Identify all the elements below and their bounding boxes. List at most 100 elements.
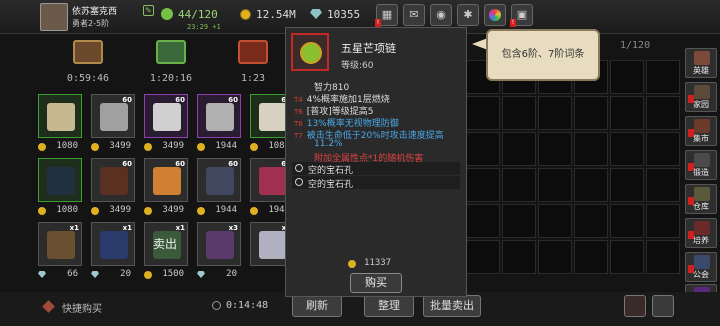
- chest-3[interactable]: 1:23: [223, 36, 283, 90]
- bag-slot[interactable]: [574, 132, 608, 166]
- bag-slot[interactable]: [466, 168, 500, 202]
- bag-slot[interactable]: [538, 132, 572, 166]
- socket-ring-icon: [295, 178, 303, 186]
- bag-slot[interactable]: [646, 60, 680, 94]
- bag-slot[interactable]: [538, 96, 572, 130]
- bulk-sell-button[interactable]: 批量卖出: [423, 295, 481, 317]
- price-value: 3499: [109, 141, 131, 151]
- shop-item-slot[interactable]: x1 卖出: [144, 222, 188, 266]
- shop-item-slot[interactable]: 60: [91, 94, 135, 138]
- side-menu-item[interactable]: 家园: [685, 82, 717, 112]
- bag-slot[interactable]: [502, 132, 536, 166]
- bag-slot[interactable]: [646, 168, 680, 202]
- bag-slot[interactable]: [502, 168, 536, 202]
- backpack-button[interactable]: [652, 295, 674, 317]
- shop-item-slot[interactable]: 60: [197, 94, 241, 138]
- bag-slot[interactable]: [466, 96, 500, 130]
- refresh-button[interactable]: 刷新: [292, 295, 342, 317]
- gem-socket[interactable]: 空的宝石孔: [292, 176, 460, 190]
- book-icon: [47, 231, 75, 259]
- settings-button[interactable]: ✱: [457, 4, 479, 26]
- bag-slot[interactable]: [538, 240, 572, 274]
- bag-slot[interactable]: [538, 204, 572, 238]
- gamepad-button[interactable]: ◉: [430, 4, 452, 26]
- scroll-icon: [100, 103, 128, 131]
- bottom-bar: 快捷购买 0:14:48 刷新 整理 批量卖出: [0, 292, 720, 326]
- shop-item-slot[interactable]: 60: [197, 158, 241, 202]
- item-quantity: 60: [122, 96, 132, 104]
- character-button[interactable]: [624, 295, 646, 317]
- quick-buy-button[interactable]: 快捷购买: [62, 300, 102, 315]
- bag-slot[interactable]: [502, 204, 536, 238]
- edit-icon[interactable]: ✎: [143, 5, 154, 16]
- chest-2[interactable]: 1:20:16: [141, 36, 201, 90]
- gift-button[interactable]: ▣!: [510, 4, 533, 27]
- bag-slot[interactable]: [466, 240, 500, 274]
- alert-badge: [688, 197, 694, 205]
- bag-slot[interactable]: [502, 96, 536, 130]
- item-name: 五星芒项链: [341, 42, 396, 55]
- bag-slot[interactable]: [574, 240, 608, 274]
- bag-slot[interactable]: [574, 204, 608, 238]
- bag-slot[interactable]: [574, 168, 608, 202]
- bag-slot[interactable]: [466, 204, 500, 238]
- side-menu-item[interactable]: 英雄: [685, 48, 717, 78]
- side-menu-item[interactable]: 培养: [685, 218, 717, 248]
- shop-item-slot[interactable]: [38, 94, 82, 138]
- bag-slot[interactable]: [610, 204, 644, 238]
- price-value: 3499: [162, 141, 184, 151]
- stat-tier: T4: [294, 96, 303, 104]
- diamond-icon: [38, 271, 46, 278]
- bag-slot[interactable]: [466, 132, 500, 166]
- event-button[interactable]: [484, 4, 506, 26]
- item-price: 3499: [91, 141, 135, 153]
- bag-slot[interactable]: [610, 132, 644, 166]
- gold-coin-icon: [348, 260, 356, 268]
- price-value: 1500: [162, 269, 184, 279]
- item-price: 1080: [38, 141, 82, 153]
- shop-item-slot[interactable]: 60: [144, 94, 188, 138]
- shop-item-slot[interactable]: 60: [91, 158, 135, 202]
- item-quantity: 60: [175, 96, 185, 104]
- shop-item-slot[interactable]: [38, 158, 82, 202]
- side-menu-item[interactable]: 仓库: [685, 184, 717, 214]
- bag-slot[interactable]: [610, 240, 644, 274]
- buy-button[interactable]: 购买: [350, 273, 402, 293]
- bag-slot[interactable]: [574, 96, 608, 130]
- side-menu-item[interactable]: 公会: [685, 252, 717, 282]
- bag-slot[interactable]: [610, 96, 644, 130]
- bag-slot[interactable]: [610, 168, 644, 202]
- bag-slot[interactable]: [646, 240, 680, 274]
- gear-icon: ✱: [463, 8, 473, 21]
- bag-slot[interactable]: [646, 204, 680, 238]
- side-menu-item[interactable]: 集市: [685, 116, 717, 146]
- socket-label: 空的宝石孔: [308, 180, 354, 190]
- gem-socket[interactable]: 空的宝石孔: [292, 162, 460, 176]
- shop-item-slot[interactable]: x1: [91, 222, 135, 266]
- item-price: 1080: [38, 205, 82, 217]
- alert-badge: [688, 265, 694, 273]
- shop-item-slot[interactable]: x1: [38, 222, 82, 266]
- bag-slot[interactable]: [646, 96, 680, 130]
- shop-item-slot[interactable]: x3: [197, 222, 241, 266]
- bag-slot[interactable]: [502, 240, 536, 274]
- item-quantity: x1: [69, 224, 79, 232]
- shop-item-slot[interactable]: 60: [144, 158, 188, 202]
- shop-button[interactable]: ▦!: [375, 4, 398, 27]
- bag-slot[interactable]: [646, 132, 680, 166]
- side-menu-item[interactable]: 锻造: [685, 150, 717, 180]
- bag-slot[interactable]: [538, 168, 572, 202]
- mail-button[interactable]: ✉: [403, 4, 425, 26]
- gift-icon: ▣: [516, 8, 528, 21]
- socket-ring-icon: [295, 164, 303, 172]
- staff-icon: [47, 103, 75, 131]
- price-value: 1080: [56, 141, 78, 151]
- chest-1[interactable]: 0:59:46: [58, 36, 118, 90]
- bag-slot[interactable]: [610, 60, 644, 94]
- menu-icon: [694, 187, 710, 201]
- sort-button[interactable]: 整理: [364, 295, 414, 317]
- bracers-icon: [153, 167, 181, 195]
- player-avatar[interactable]: [40, 3, 68, 31]
- item-price: 1944: [197, 205, 241, 217]
- sell-label: 卖出: [153, 237, 178, 251]
